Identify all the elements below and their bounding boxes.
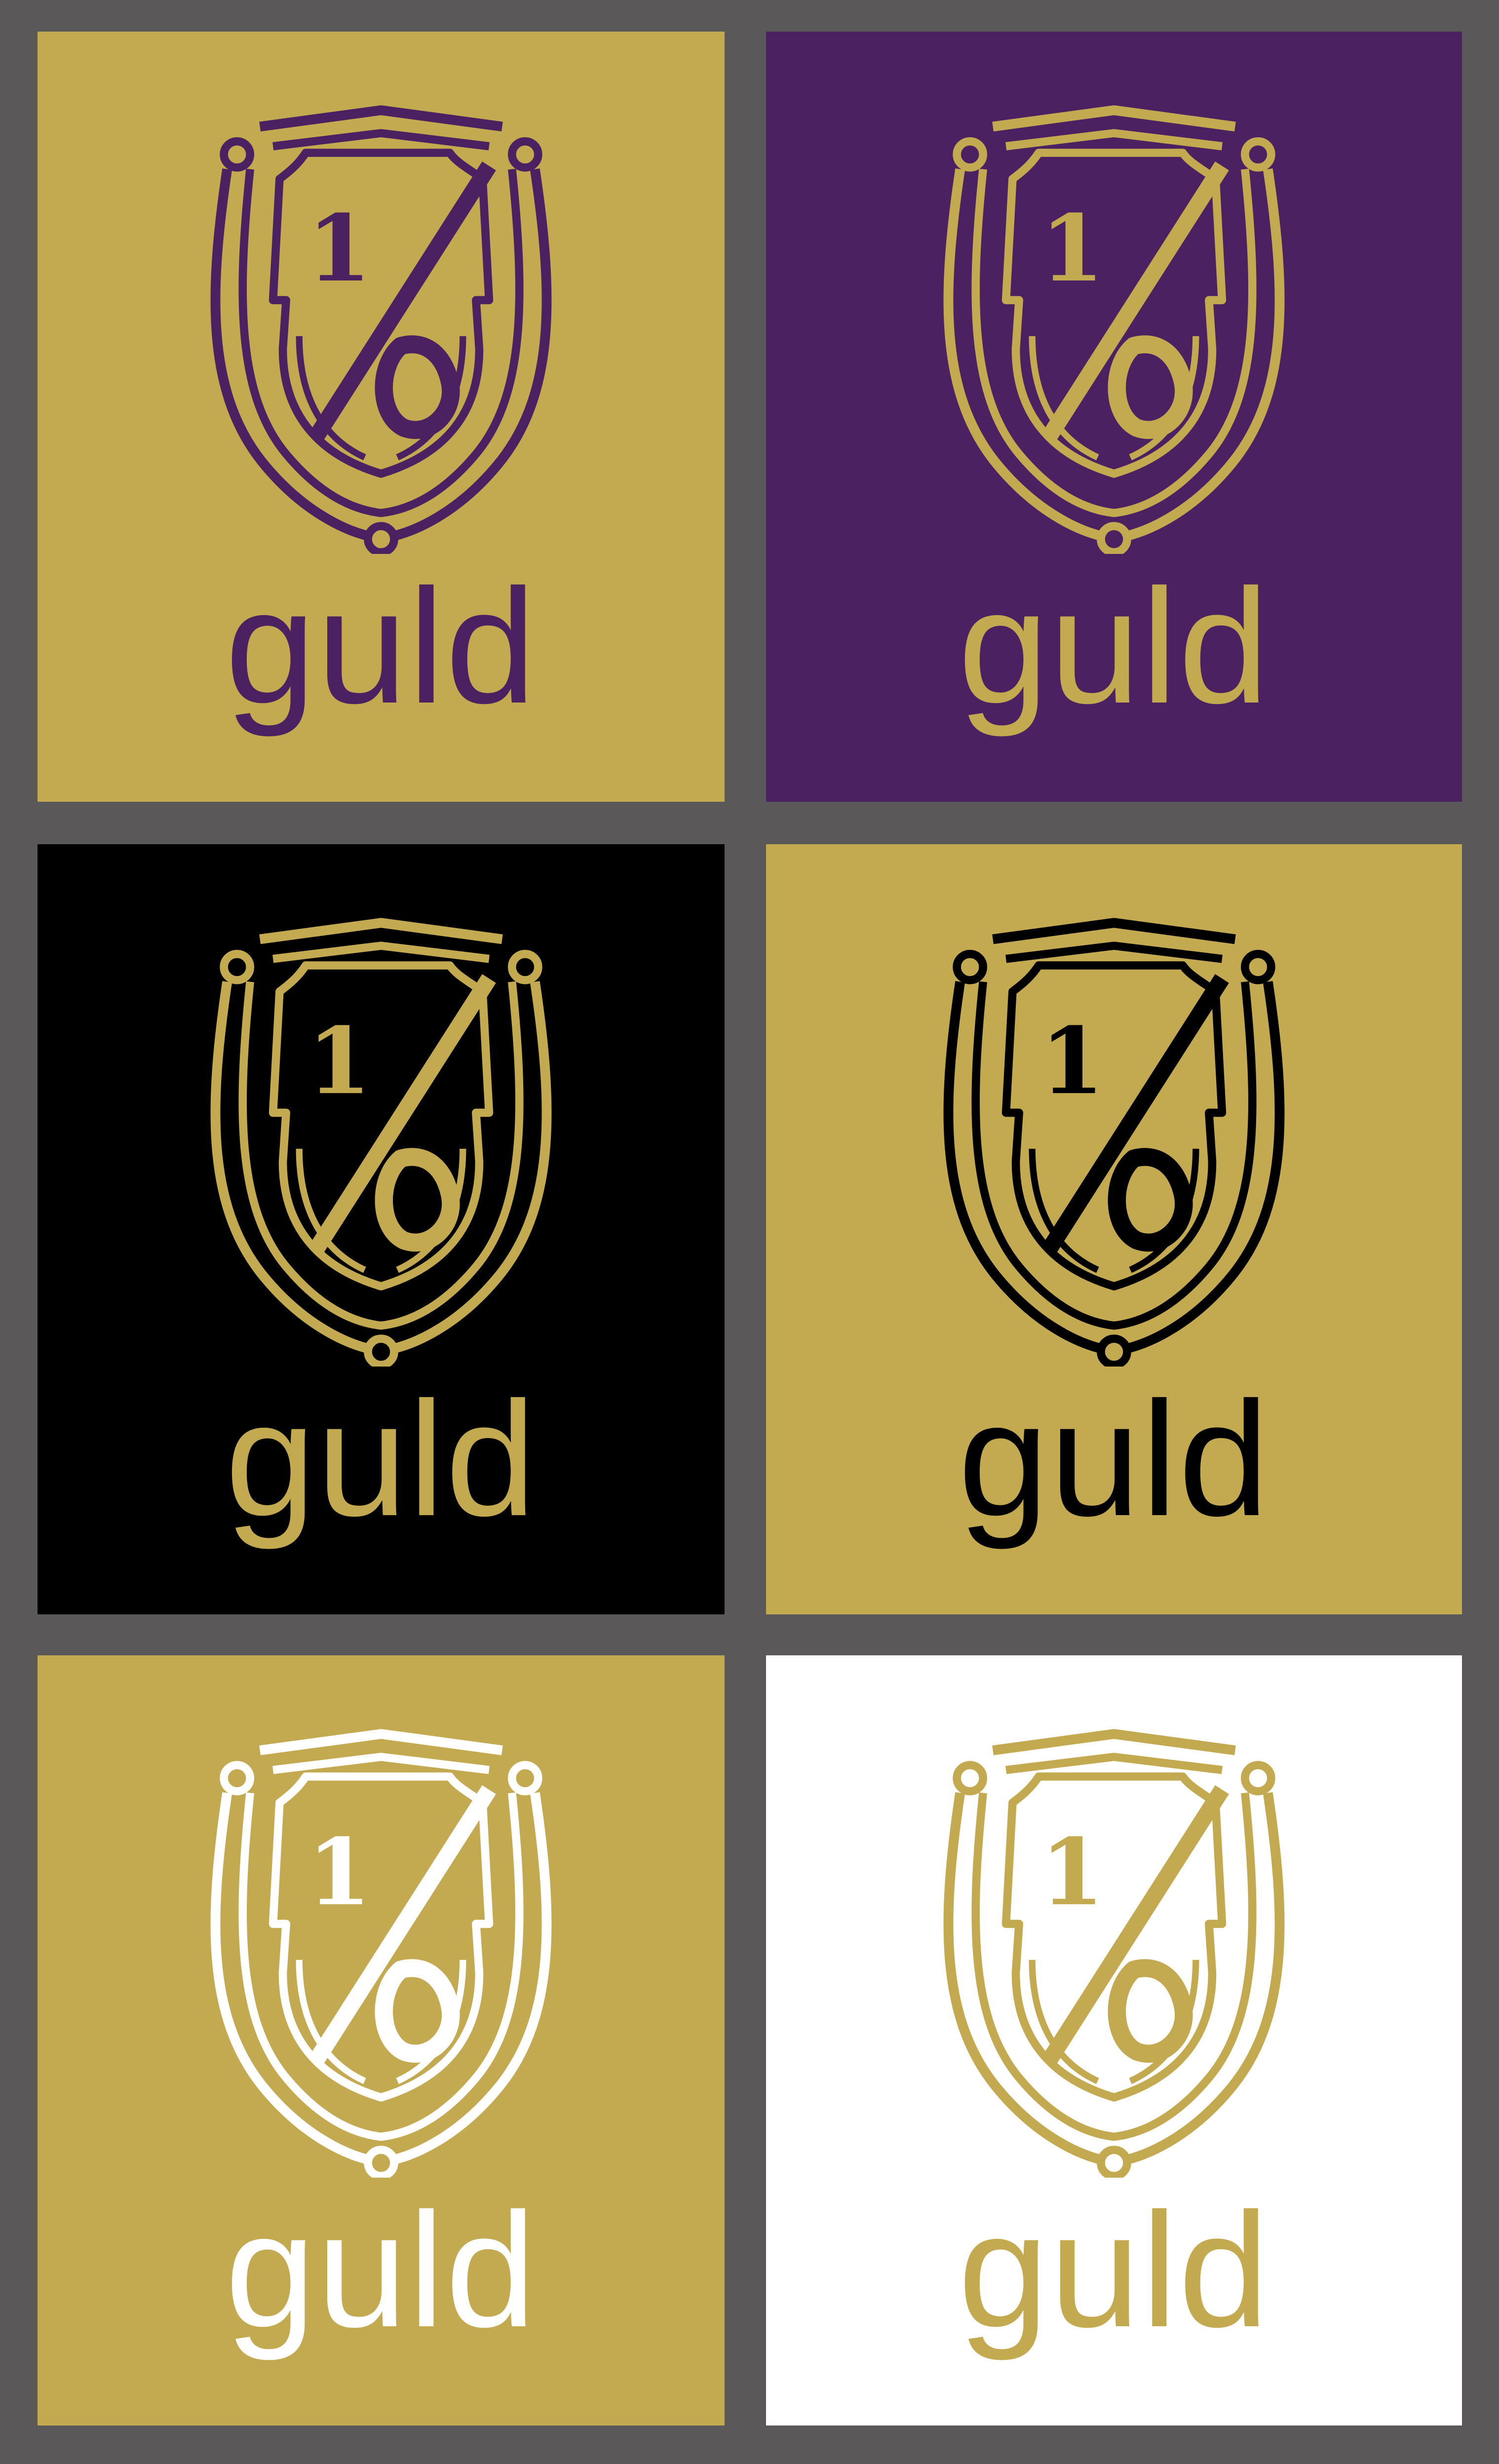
logo-tile-white-gold: 1 guld bbox=[766, 1655, 1462, 2425]
logo-tile-black-gold: 1 guld bbox=[38, 844, 725, 1614]
logo-tile-gold-purple: 1 guld bbox=[38, 32, 725, 802]
crest-numeral-1: 1 bbox=[307, 1818, 371, 1926]
logo-tile-gold-black: 1 guld bbox=[766, 844, 1462, 1614]
shield-crest-icon: 1 bbox=[934, 104, 1294, 554]
crest-numeral-1: 1 bbox=[1040, 1007, 1104, 1115]
shield-crest-icon: 1 bbox=[201, 1727, 561, 2178]
guld-wordmark: guld bbox=[225, 555, 537, 737]
shield-crest-icon: 1 bbox=[934, 1727, 1294, 2178]
shield-crest-icon: 1 bbox=[201, 104, 561, 554]
shield-crest-icon: 1 bbox=[934, 916, 1294, 1367]
shield-crest-icon: 1 bbox=[201, 916, 561, 1367]
guld-wordmark: guld bbox=[225, 1368, 537, 1550]
logo-tile-purple-gold: 1 guld bbox=[766, 32, 1462, 802]
guld-wordmark: guld bbox=[958, 2179, 1270, 2361]
crest-numeral-1: 1 bbox=[307, 195, 371, 302]
guld-wordmark: guld bbox=[225, 2179, 537, 2361]
guld-wordmark: guld bbox=[958, 1368, 1270, 1550]
crest-numeral-1: 1 bbox=[307, 1007, 371, 1115]
guld-wordmark: guld bbox=[958, 555, 1270, 737]
logo-tile-gold-white: 1 guld bbox=[38, 1655, 725, 2425]
crest-numeral-1: 1 bbox=[1040, 1818, 1104, 1926]
crest-numeral-1: 1 bbox=[1040, 195, 1104, 302]
